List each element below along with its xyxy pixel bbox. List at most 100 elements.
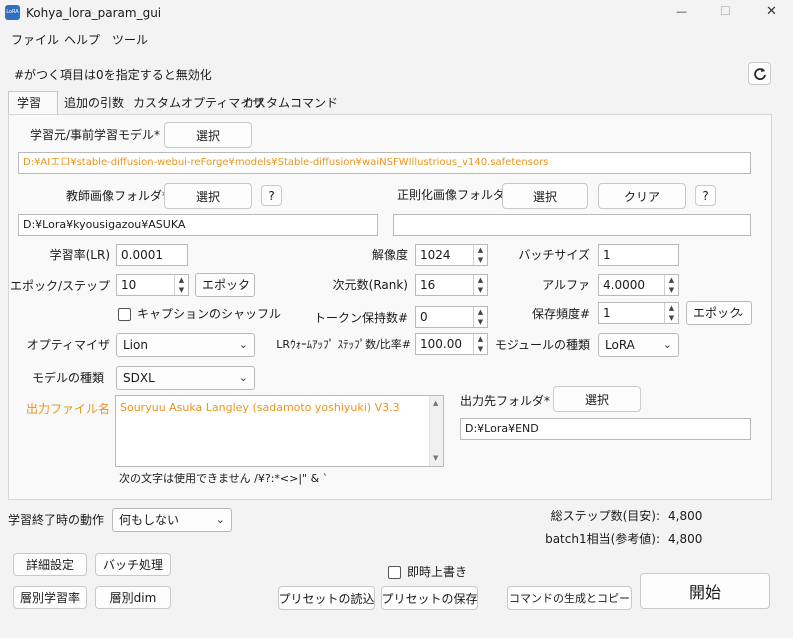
chevron-down-icon: ⌄	[735, 306, 745, 319]
epoch-spinbox[interactable]: 10 ▲ ▼	[116, 274, 189, 296]
start-button[interactable]: 開始	[640, 573, 770, 609]
refresh-icon	[753, 67, 766, 80]
reg-select-button[interactable]: 選択	[502, 183, 588, 209]
arrow-down-icon[interactable]: ▼	[175, 285, 188, 295]
batch-size-input[interactable]: 1	[598, 244, 679, 266]
teacher-help-button[interactable]: ?	[261, 185, 282, 206]
chevron-down-icon: ⌄	[238, 278, 248, 291]
arrow-up-icon[interactable]: ▲	[474, 275, 487, 285]
arrow-up-icon[interactable]: ▲	[665, 303, 678, 313]
resolution-label: 解像度	[371, 248, 408, 262]
tab-learning[interactable]: 学習	[8, 91, 58, 115]
model-path-field[interactable]: D:¥AIエロ¥stable-diffusion-webui-reForge¥m…	[18, 152, 751, 174]
arrow-down-icon[interactable]: ▼	[474, 317, 487, 327]
teacher-path-field[interactable]: D:¥Lora¥kyousigazou¥ASUKA	[18, 214, 378, 236]
epoch-unit-select[interactable]: エポック ⌄	[195, 273, 255, 297]
module-select[interactable]: LoRA ⌄	[598, 333, 679, 357]
warmup-label: LRｳｫｰﾑｱｯﾌﾟ ｽﾃｯﾌﾟ数/比率#	[276, 338, 411, 351]
layer-lr-button[interactable]: 層別学習率	[13, 586, 87, 609]
menu-help[interactable]: ヘルプ	[64, 32, 100, 48]
forbidden-chars-note: 次の文字は使用できません /¥?:*<>|" & `	[119, 472, 329, 485]
window-title: Kohya_lora_param_gui	[26, 6, 162, 20]
lr-input[interactable]: 0.0001	[116, 244, 188, 266]
token-label: トークン保持数#	[313, 311, 408, 325]
preset-save-button[interactable]: プリセットの保存	[381, 586, 478, 610]
total-steps-value: 4,800	[668, 509, 703, 523]
arrow-down-icon[interactable]: ▼	[474, 344, 487, 354]
rank-label: 次元数(Rank)	[332, 278, 408, 292]
model-type-select[interactable]: SDXL ⌄	[116, 366, 255, 390]
close-icon[interactable]: ✕	[766, 4, 777, 20]
app-logo-icon: LoRA	[5, 5, 20, 20]
detail-settings-button[interactable]: 詳細設定	[13, 553, 87, 576]
chevron-down-icon: ⌄	[215, 513, 225, 526]
warmup-spinbox[interactable]: 100.00 ▲ ▼	[415, 333, 488, 355]
after-train-select[interactable]: 何もしない ⌄	[112, 508, 232, 532]
save-freq-label: 保存頻度#	[531, 307, 590, 321]
token-spinbox[interactable]: 0 ▲ ▼	[415, 306, 488, 328]
hint-text: #がつく項目は0を指定すると無効化	[14, 68, 212, 82]
layer-dim-button[interactable]: 層別dim	[95, 586, 171, 609]
arrow-down-icon[interactable]: ▼	[665, 313, 678, 323]
batch1-value: 4,800	[668, 532, 703, 546]
tab-custom-command[interactable]: カスタムコマンド	[242, 95, 338, 111]
epoch-label: エポック/ステップ	[10, 279, 111, 293]
resolution-spinbox[interactable]: 1024 ▲ ▼	[415, 244, 488, 266]
textarea-scrollbar[interactable]: ▲ ▼	[429, 396, 443, 466]
maximize-icon[interactable]: ☐	[720, 3, 731, 19]
arrow-down-icon[interactable]: ▼	[474, 255, 487, 265]
teacher-label: 教師画像フォルダ*	[66, 189, 169, 203]
minimize-icon[interactable]: —	[676, 4, 687, 20]
model-label: 学習元/事前学習モデル*	[30, 128, 161, 142]
batch1-label: batch1相当(参考値):	[545, 532, 660, 546]
reg-clear-button[interactable]: クリア	[598, 183, 686, 209]
title-bar: LoRA Kohya_lora_param_gui — ☐ ✕	[0, 0, 793, 26]
arrow-up-icon[interactable]: ▲	[474, 334, 487, 344]
reg-label: 正則化画像フォルダ	[397, 188, 506, 202]
save-freq-spinbox[interactable]: 1 ▲ ▼	[598, 302, 679, 324]
output-folder-field[interactable]: D:¥Lora¥END	[460, 418, 751, 440]
batch-process-button[interactable]: バッチ処理	[95, 553, 171, 576]
chevron-down-icon: ⌄	[662, 338, 672, 351]
after-train-label: 学習終了時の動作	[8, 513, 105, 527]
optimizer-label: オプティマイザ	[26, 338, 110, 352]
shuffle-checkbox[interactable]	[118, 308, 131, 321]
refresh-button[interactable]	[748, 62, 771, 85]
arrow-down-icon[interactable]: ▼	[474, 285, 487, 295]
reg-help-button[interactable]: ?	[695, 185, 716, 206]
scroll-down-icon[interactable]: ▼	[433, 454, 438, 462]
chevron-down-icon: ⌄	[238, 338, 248, 351]
model-select-button[interactable]: 選択	[164, 122, 252, 148]
chevron-down-icon: ⌄	[238, 371, 248, 384]
output-name-textarea[interactable]: Souryuu Asuka Langley (sadamoto yoshiyuk…	[115, 395, 444, 467]
optimizer-select[interactable]: Lion ⌄	[116, 333, 255, 357]
batch-size-label: バッチサイズ	[518, 248, 590, 262]
rank-spinbox[interactable]: 16 ▲ ▼	[415, 274, 488, 296]
arrow-up-icon[interactable]: ▲	[474, 307, 487, 317]
reg-path-field[interactable]	[393, 214, 751, 236]
overwrite-checkbox[interactable]	[388, 566, 401, 579]
module-label: モジュールの種類	[494, 338, 590, 352]
arrow-up-icon[interactable]: ▲	[175, 275, 188, 285]
model-type-label: モデルの種類	[31, 371, 104, 385]
preset-load-button[interactable]: プリセットの読込	[278, 586, 375, 610]
total-steps-label: 総ステップ数(目安):	[550, 509, 660, 523]
output-folder-select-button[interactable]: 選択	[553, 386, 641, 412]
scroll-up-icon[interactable]: ▲	[433, 399, 438, 407]
alpha-spinbox[interactable]: 4.0000 ▲ ▼	[598, 274, 679, 296]
output-name-label: 出力ファイル名	[25, 402, 110, 416]
alpha-label: アルファ	[542, 278, 590, 292]
command-copy-button[interactable]: コマンドの生成とコピー	[507, 586, 632, 610]
arrow-up-icon[interactable]: ▲	[474, 245, 487, 255]
arrow-up-icon[interactable]: ▲	[665, 275, 678, 285]
shuffle-label: キャプションのシャッフル	[137, 307, 282, 321]
output-name-value: Souryuu Asuka Langley (sadamoto yoshiyuk…	[120, 401, 400, 414]
arrow-down-icon[interactable]: ▼	[665, 285, 678, 295]
output-folder-label: 出力先フォルダ*	[460, 394, 551, 408]
save-unit-select[interactable]: エポック ⌄	[686, 301, 752, 325]
tab-extra-args[interactable]: 追加の引数	[64, 95, 124, 111]
overwrite-label: 即時上書き	[407, 565, 468, 579]
menu-file[interactable]: ファイル	[11, 32, 59, 48]
menu-tools[interactable]: ツール	[112, 32, 148, 48]
teacher-select-button[interactable]: 選択	[164, 183, 252, 209]
